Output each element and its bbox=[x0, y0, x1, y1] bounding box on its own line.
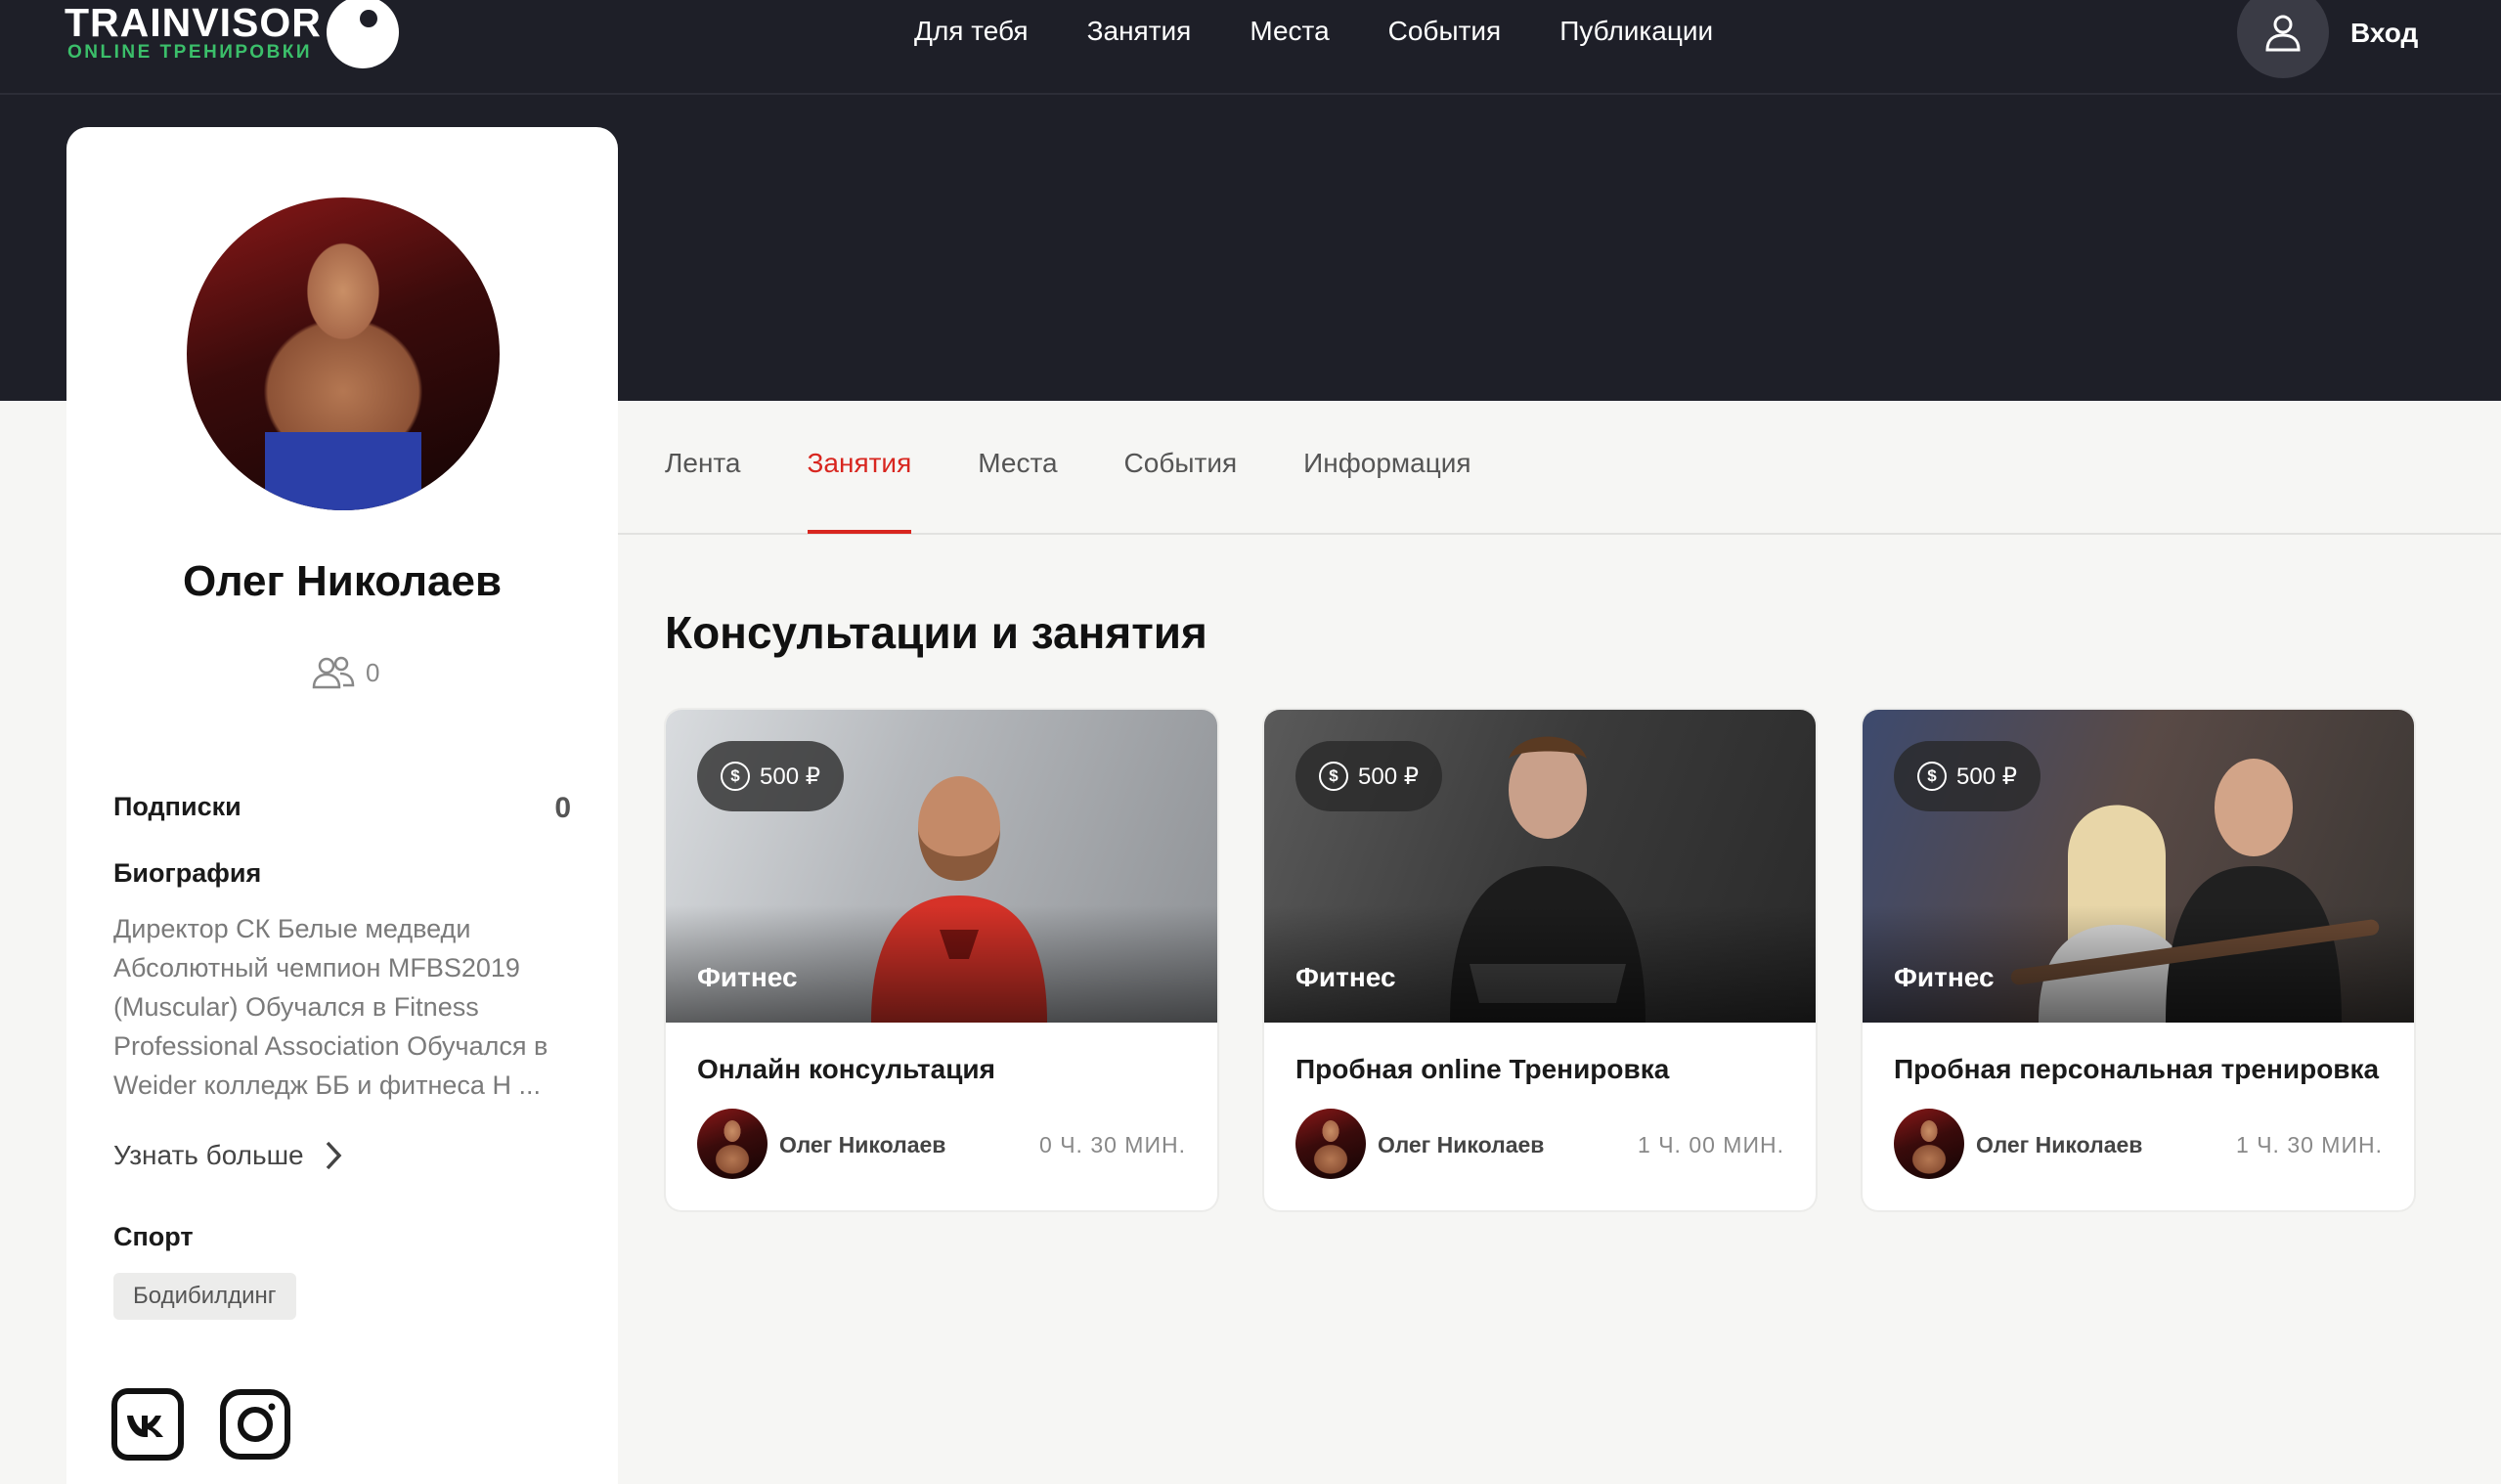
class-title[interactable]: Пробная персональная тренировка bbox=[1894, 1054, 2379, 1085]
price-badge: $ 500 ₽ bbox=[1894, 741, 2040, 811]
login-button[interactable]: Вход bbox=[2237, 0, 2418, 78]
tab-classes[interactable]: Занятия bbox=[807, 448, 911, 534]
learn-more-label: Узнать больше bbox=[113, 1140, 304, 1170]
followers-icon bbox=[312, 656, 355, 689]
class-duration: 1 Ч. 30 МИН. bbox=[2236, 1132, 2383, 1157]
chevron-right-icon bbox=[326, 1141, 342, 1170]
subscriptions-row[interactable]: Подписки 0 bbox=[113, 792, 571, 825]
price-value: 500 ₽ bbox=[1358, 763, 1419, 790]
subscriptions-label: Подписки bbox=[113, 792, 241, 821]
login-label[interactable]: Вход bbox=[2350, 18, 2418, 49]
profile-card: Олег Николаев 0 Подписки 0 Биография Дир… bbox=[66, 127, 618, 1484]
trainer-avatar bbox=[1894, 1109, 1964, 1179]
coin-icon: $ bbox=[721, 762, 750, 791]
trainer-name[interactable]: Олег Николаев bbox=[1378, 1132, 1544, 1158]
price-badge: $ 500 ₽ bbox=[1295, 741, 1442, 811]
followers-counter[interactable]: 0 bbox=[311, 655, 379, 690]
nav-item-classes[interactable]: Занятия bbox=[1087, 16, 1192, 47]
vk-icon[interactable] bbox=[111, 1388, 184, 1461]
profile-name: Олег Николаев bbox=[182, 557, 503, 605]
class-card-image: $ 500 ₽ Фитнес bbox=[1264, 710, 1816, 1023]
class-card[interactable]: $ 500 ₽ Фитнес Пробная персональная трен… bbox=[1863, 710, 2414, 1210]
subscriptions-count: 0 bbox=[554, 792, 571, 824]
nav-item-publications[interactable]: Публикации bbox=[1559, 16, 1713, 47]
coin-icon: $ bbox=[1917, 762, 1947, 791]
tab-feed[interactable]: Лента bbox=[665, 448, 741, 534]
tab-places[interactable]: Места bbox=[978, 448, 1057, 534]
bio-text: Директор СК Белые медведи Абсолютный чем… bbox=[113, 914, 548, 1100]
followers-count: 0 bbox=[366, 657, 380, 687]
class-title[interactable]: Онлайн консультация bbox=[697, 1054, 995, 1085]
trainer-avatar bbox=[697, 1109, 768, 1179]
logo-title: TRAINVISOR bbox=[65, 0, 322, 45]
price-badge: $ 500 ₽ bbox=[697, 741, 844, 811]
tab-info[interactable]: Информация bbox=[1303, 448, 1470, 534]
main-nav: Для тебя Занятия Места События Публикаци… bbox=[914, 16, 1713, 47]
avatar bbox=[187, 197, 500, 510]
logo-subtitle: ONLINE ТРЕНИРОВКИ bbox=[67, 42, 313, 63]
trainer-name[interactable]: Олег Николаев bbox=[779, 1132, 945, 1158]
class-duration: 0 Ч. 30 МИН. bbox=[1039, 1132, 1186, 1157]
class-card[interactable]: $ 500 ₽ Фитнес Онлайн консультация Олег … bbox=[666, 710, 1217, 1210]
top-navigation: TRAINVISOR ONLINE ТРЕНИРОВКИ Для тебя За… bbox=[0, 0, 2501, 95]
class-category: Фитнес bbox=[697, 962, 798, 992]
class-card-image: $ 500 ₽ Фитнес bbox=[666, 710, 1217, 1023]
class-category: Фитнес bbox=[1894, 962, 1995, 992]
class-duration: 1 Ч. 00 МИН. bbox=[1638, 1132, 1784, 1157]
nav-item-events[interactable]: События bbox=[1388, 16, 1502, 47]
instagram-icon[interactable] bbox=[219, 1388, 291, 1461]
user-icon[interactable] bbox=[2237, 0, 2329, 78]
price-value: 500 ₽ bbox=[1956, 763, 2017, 790]
section-title: Консультации и занятия bbox=[665, 607, 1207, 658]
class-card-image: $ 500 ₽ Фитнес bbox=[1863, 710, 2414, 1023]
tab-events[interactable]: События bbox=[1124, 448, 1238, 534]
trainer-name[interactable]: Олег Николаев bbox=[1976, 1132, 2142, 1158]
price-value: 500 ₽ bbox=[760, 763, 820, 790]
class-title[interactable]: Пробная online Тренировка bbox=[1295, 1054, 1669, 1085]
coin-icon: $ bbox=[1319, 762, 1348, 791]
nav-item-places[interactable]: Места bbox=[1250, 16, 1329, 47]
logo-mark-icon bbox=[327, 0, 399, 68]
sport-tag[interactable]: Бодибилдинг bbox=[113, 1273, 296, 1320]
nav-item-for-you[interactable]: Для тебя bbox=[914, 16, 1029, 47]
bio-heading: Биография bbox=[113, 858, 262, 888]
class-card[interactable]: $ 500 ₽ Фитнес Пробная online Тренировка… bbox=[1264, 710, 1816, 1210]
sport-heading: Спорт bbox=[113, 1222, 194, 1251]
profile-tabs: Лента Занятия Места События Информация bbox=[618, 401, 2501, 535]
learn-more-link[interactable]: Узнать больше bbox=[113, 1140, 343, 1171]
trainer-avatar bbox=[1295, 1109, 1366, 1179]
class-category: Фитнес bbox=[1295, 962, 1396, 992]
